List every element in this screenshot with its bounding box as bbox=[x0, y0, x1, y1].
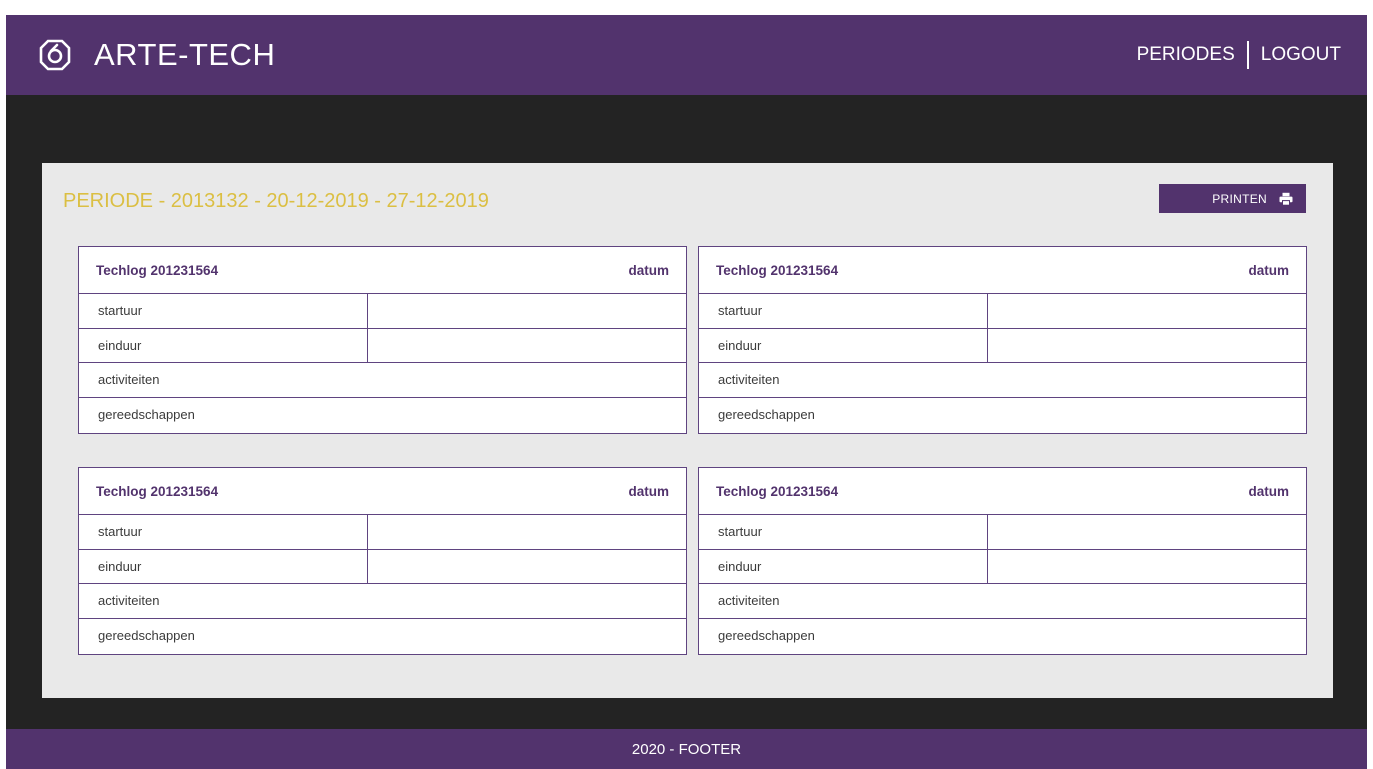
activiteiten-label: activiteiten bbox=[98, 372, 160, 388]
activiteiten-label: activiteiten bbox=[718, 593, 780, 609]
einduur-value[interactable] bbox=[988, 550, 1306, 584]
nav-periodes-link[interactable]: PERIODES bbox=[1137, 44, 1235, 66]
brand-name: ARTE-TECH bbox=[94, 37, 276, 72]
einduur-row: einduur bbox=[699, 549, 1306, 584]
gereedschappen-label: gereedschappen bbox=[98, 628, 195, 644]
printer-icon bbox=[1279, 192, 1293, 206]
top-nav: PERIODES LOGOUT bbox=[1137, 41, 1341, 69]
techlog-card-2: Techlog 201231564 datum startuur einduur… bbox=[698, 246, 1307, 434]
startuur-label: startuur bbox=[699, 294, 988, 328]
footer-text: 2020 - FOOTER bbox=[631, 740, 742, 758]
card-header: Techlog 201231564 datum bbox=[79, 468, 686, 515]
einduur-label: einduur bbox=[699, 328, 988, 362]
startuur-row: startuur bbox=[699, 515, 1306, 550]
einduur-value[interactable] bbox=[368, 329, 686, 363]
gereedschappen-row[interactable]: gereedschappen bbox=[79, 619, 686, 654]
techlog-title: Techlog 201231564 bbox=[716, 483, 839, 499]
activiteiten-label: activiteiten bbox=[718, 372, 780, 388]
techlog-card-4: Techlog 201231564 datum startuur einduur… bbox=[698, 467, 1307, 655]
top-header: ARTE-TECH PERIODES LOGOUT bbox=[6, 15, 1367, 95]
nav-logout-link[interactable]: LOGOUT bbox=[1261, 44, 1341, 66]
gereedschappen-label: gereedschappen bbox=[718, 628, 815, 644]
gereedschappen-label: gereedschappen bbox=[98, 407, 195, 423]
startuur-value[interactable] bbox=[368, 515, 686, 549]
activiteiten-row[interactable]: activiteiten bbox=[79, 363, 686, 398]
einduur-label: einduur bbox=[79, 549, 368, 583]
activiteiten-row[interactable]: activiteiten bbox=[699, 363, 1306, 398]
startuur-value[interactable] bbox=[988, 294, 1306, 328]
startuur-label: startuur bbox=[699, 515, 988, 549]
page-footer: 2020 - FOOTER bbox=[6, 729, 1367, 769]
print-button-label: PRINTEN bbox=[1212, 191, 1267, 206]
gereedschappen-label: gereedschappen bbox=[718, 407, 815, 423]
einduur-value[interactable] bbox=[368, 550, 686, 584]
activiteiten-row[interactable]: activiteiten bbox=[699, 584, 1306, 619]
card-header: Techlog 201231564 datum bbox=[79, 247, 686, 294]
gereedschappen-row[interactable]: gereedschappen bbox=[699, 619, 1306, 654]
datum-label: datum bbox=[628, 483, 670, 499]
einduur-label: einduur bbox=[79, 328, 368, 362]
nav-separator bbox=[1246, 41, 1249, 69]
techlog-title: Techlog 201231564 bbox=[716, 262, 839, 278]
datum-label: datum bbox=[1248, 483, 1290, 499]
einduur-row: einduur bbox=[699, 328, 1306, 363]
startuur-row: startuur bbox=[79, 515, 686, 550]
activiteiten-row[interactable]: activiteiten bbox=[79, 584, 686, 619]
startuur-value[interactable] bbox=[988, 515, 1306, 549]
datum-label: datum bbox=[1248, 262, 1290, 278]
techlog-card-3: Techlog 201231564 datum startuur einduur… bbox=[78, 467, 687, 655]
startuur-label: startuur bbox=[79, 294, 368, 328]
einduur-value[interactable] bbox=[988, 329, 1306, 363]
app-frame: ARTE-TECH PERIODES LOGOUT PERIODE - 2013… bbox=[6, 15, 1367, 769]
print-button[interactable]: PRINTEN bbox=[1159, 184, 1306, 213]
card-header: Techlog 201231564 datum bbox=[699, 247, 1306, 294]
brand[interactable]: ARTE-TECH bbox=[38, 37, 275, 73]
einduur-row: einduur bbox=[79, 328, 686, 363]
periode-title: PERIODE - 2013132 - 20-12-2019 - 27-12-2… bbox=[63, 190, 489, 212]
gereedschappen-row[interactable]: gereedschappen bbox=[699, 398, 1306, 433]
startuur-label: startuur bbox=[79, 515, 368, 549]
datum-label: datum bbox=[628, 262, 670, 278]
periode-panel: PERIODE - 2013132 - 20-12-2019 - 27-12-2… bbox=[42, 163, 1333, 698]
arte-tech-logo-icon bbox=[39, 39, 71, 71]
einduur-row: einduur bbox=[79, 549, 686, 584]
techlog-card-1: Techlog 201231564 datum startuur einduur… bbox=[78, 246, 687, 434]
startuur-value[interactable] bbox=[368, 294, 686, 328]
card-header: Techlog 201231564 datum bbox=[699, 468, 1306, 515]
gereedschappen-row[interactable]: gereedschappen bbox=[79, 398, 686, 433]
techlog-title: Techlog 201231564 bbox=[96, 483, 219, 499]
startuur-row: startuur bbox=[79, 294, 686, 329]
einduur-label: einduur bbox=[699, 549, 988, 583]
techlog-title: Techlog 201231564 bbox=[96, 262, 219, 278]
startuur-row: startuur bbox=[699, 294, 1306, 329]
activiteiten-label: activiteiten bbox=[98, 593, 160, 609]
